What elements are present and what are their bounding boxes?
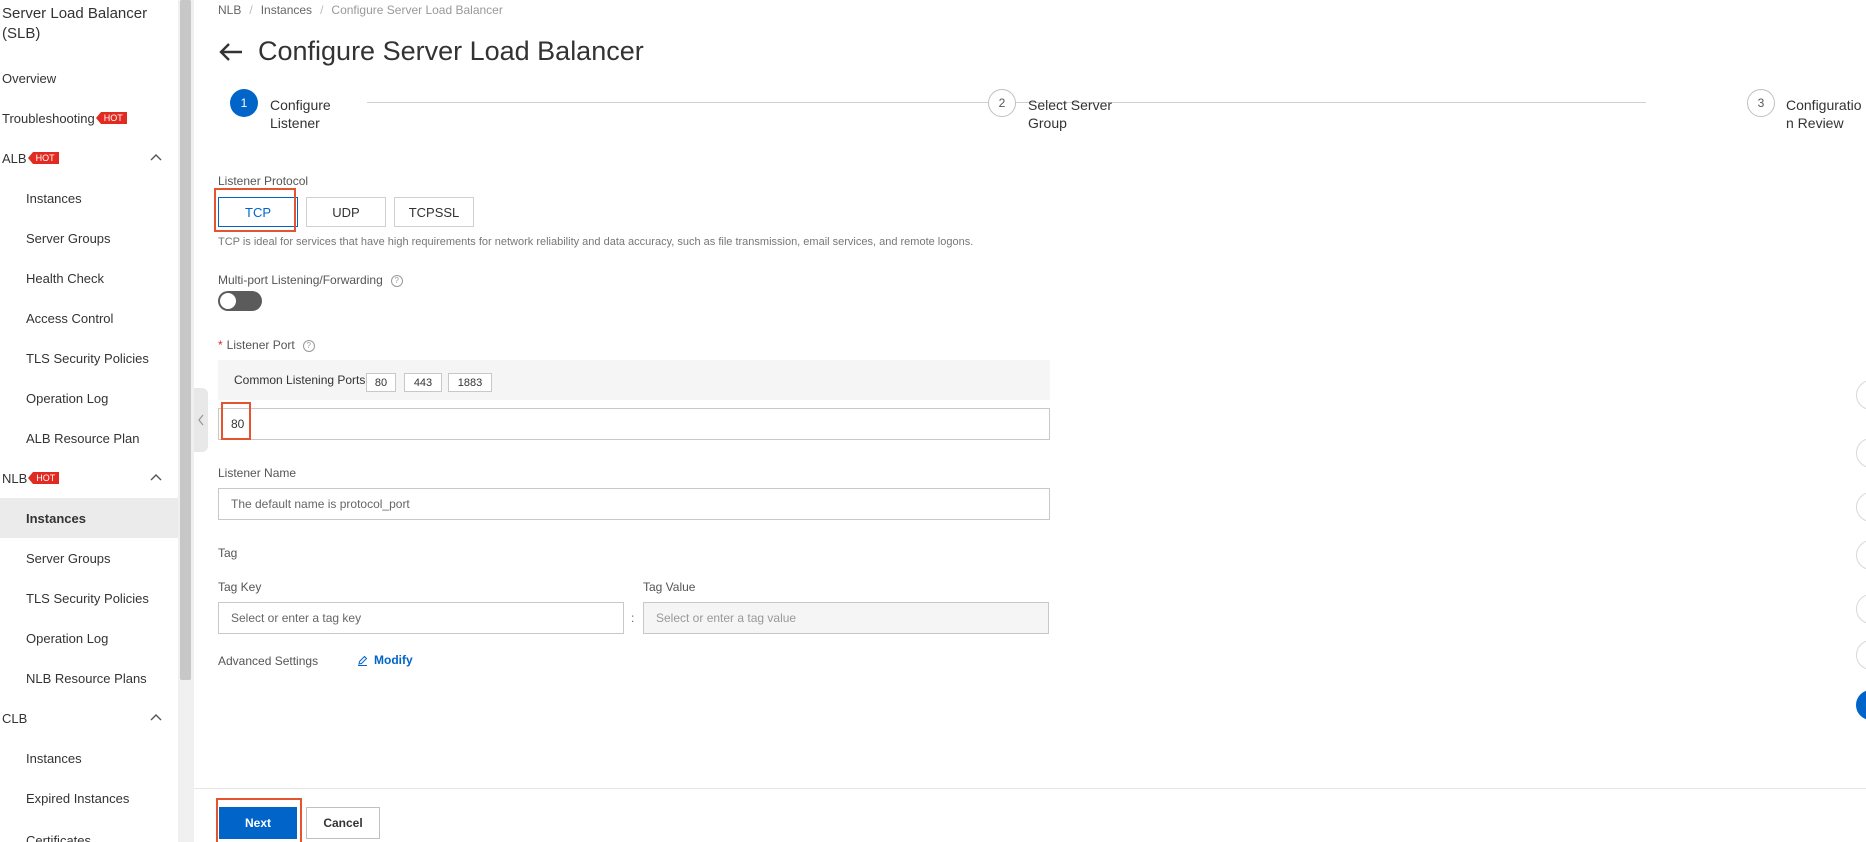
chevron-up-icon [150, 474, 162, 481]
sidebar-item-alb-operation-log[interactable]: Operation Log [0, 378, 178, 418]
tag-separator: : [631, 611, 635, 625]
tag-value-label: Tag Value [643, 580, 696, 594]
sidebar-item-alb-access-control[interactable]: Access Control [0, 298, 178, 338]
listener-port-label: * Listener Port? [218, 338, 315, 352]
port-chip-443[interactable]: 443 [404, 373, 442, 392]
listener-name-label: Listener Name [218, 466, 297, 480]
sidebar-scrollbar-thumb[interactable] [180, 0, 191, 680]
port-chip-80[interactable]: 80 [366, 373, 396, 392]
page-title: Configure Server Load Balancer [258, 36, 644, 66]
main-content: NLB / Instances / Configure Server Load … [194, 0, 1866, 842]
sidebar-item-overview[interactable]: Overview [0, 58, 178, 98]
cancel-button[interactable]: Cancel [306, 807, 380, 839]
sidebar-group-clb[interactable]: CLB [0, 698, 178, 738]
multiport-toggle[interactable] [218, 291, 262, 311]
advanced-settings-label: Advanced Settings [218, 654, 319, 668]
sidebar-item-alb-tls-policies[interactable]: TLS Security Policies [0, 338, 178, 378]
sidebar-item-alb-health-check[interactable]: Health Check [0, 258, 178, 298]
help-icon[interactable]: ? [390, 274, 403, 287]
breadcrumb-current: Configure Server Load Balancer [331, 3, 503, 17]
highlight-box-tcp [214, 188, 296, 232]
help-icon[interactable]: ? [302, 339, 315, 352]
modify-link[interactable]: Modify [357, 653, 413, 667]
back-arrow-icon[interactable] [218, 41, 244, 63]
tag-key-input[interactable]: Select or enter a tag key [218, 602, 624, 634]
breadcrumb-separator: / [320, 3, 324, 17]
protocol-udp-button[interactable]: UDP [306, 197, 386, 227]
sidebar-item-clb-certificates[interactable]: Certificates [0, 818, 178, 842]
step-3-label: Configuratio n Review [1786, 97, 1862, 131]
breadcrumb-separator: / [249, 3, 253, 17]
multiport-label: Multi-port Listening/Forwarding? [218, 273, 403, 287]
footer-divider [194, 788, 1866, 789]
step-3-indicator: 3 [1747, 89, 1775, 117]
listener-port-input[interactable]: 80 [218, 408, 1050, 440]
breadcrumb-instances[interactable]: Instances [261, 3, 312, 17]
chevron-up-icon [150, 714, 162, 721]
breadcrumb: NLB / Instances / Configure Server Load … [218, 3, 503, 17]
hot-badge: HOT [28, 472, 60, 484]
step-connector [1124, 102, 1646, 103]
page-header: Configure Server Load Balancer [218, 36, 644, 67]
sidebar-item-alb-instances[interactable]: Instances [0, 178, 178, 218]
highlight-box-port [221, 402, 251, 440]
sidebar-item-nlb-server-groups[interactable]: Server Groups [0, 538, 178, 578]
sidebar-item-nlb-tls-policies[interactable]: TLS Security Policies [0, 578, 178, 618]
step-1-indicator: 1 [230, 89, 258, 117]
hot-badge: HOT [27, 152, 59, 164]
port-chip-1883[interactable]: 1883 [448, 373, 492, 392]
required-asterisk: * [218, 338, 223, 352]
listener-protocol-label: Listener Protocol [218, 174, 309, 188]
sidebar: Server Load Balancer (SLB) Overview Trou… [0, 0, 178, 842]
tag-value-input[interactable]: Select or enter a tag value [643, 602, 1049, 634]
hot-badge: HOT [95, 112, 127, 124]
highlight-box-next [216, 798, 302, 842]
common-ports-label: Common Listening Ports: [234, 373, 369, 387]
sidebar-item-nlb-operation-log[interactable]: Operation Log [0, 618, 178, 658]
sidebar-group-alb[interactable]: ALB HOT [0, 138, 178, 178]
sidebar-item-clb-expired-instances[interactable]: Expired Instances [0, 778, 178, 818]
common-ports-panel: Common Listening Ports: 80 443 1883 [218, 360, 1050, 400]
edit-icon [358, 655, 368, 666]
sidebar-item-alb-resource-plan[interactable]: ALB Resource Plan [0, 418, 178, 458]
sidebar-item-troubleshooting[interactable]: Troubleshooting HOT [0, 98, 178, 138]
sidebar-item-clb-instances[interactable]: Instances [0, 738, 178, 778]
tag-label: Tag [218, 546, 238, 560]
chevron-up-icon [150, 154, 162, 161]
protocol-tcpssl-button[interactable]: TCPSSL [394, 197, 474, 227]
product-title: Server Load Balancer (SLB) [2, 5, 148, 42]
tag-key-label: Tag Key [218, 580, 262, 594]
step-2-indicator: 2 [988, 89, 1016, 117]
sidebar-item-alb-server-groups[interactable]: Server Groups [0, 218, 178, 258]
sidebar-item-nlb-instances[interactable]: Instances [0, 498, 178, 538]
breadcrumb-nlb[interactable]: NLB [218, 3, 241, 17]
protocol-description: TCP is ideal for services that have high… [218, 236, 974, 248]
listener-name-input[interactable]: The default name is protocol_port [218, 488, 1050, 520]
sidebar-group-nlb[interactable]: NLB HOT [0, 458, 178, 498]
sidebar-item-nlb-resource-plans[interactable]: NLB Resource Plans [0, 658, 178, 698]
